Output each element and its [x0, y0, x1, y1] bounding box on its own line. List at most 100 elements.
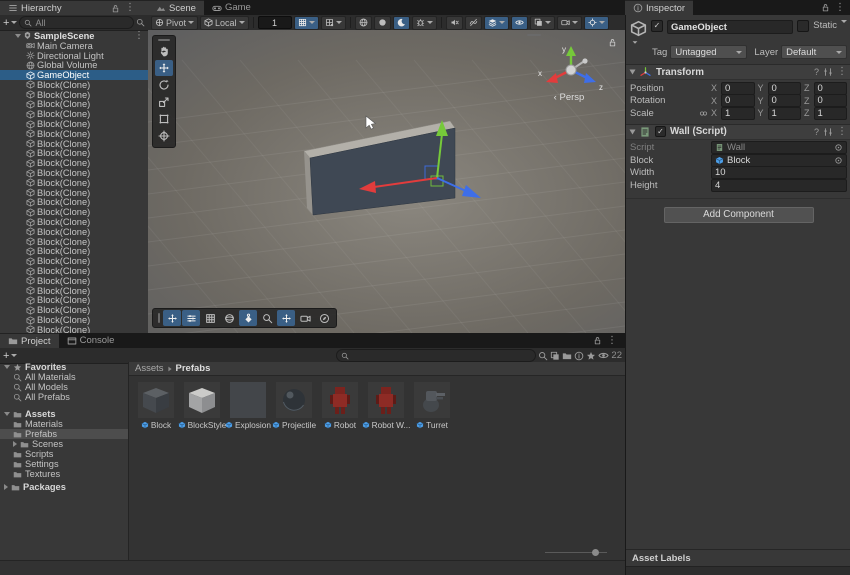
asset-item-explosion[interactable]: Explosion: [227, 382, 269, 430]
hierarchy-row-block-clone[interactable]: Block(Clone): [0, 168, 148, 178]
position-y-field[interactable]: 0: [768, 82, 801, 95]
hierarchy-row-block-clone[interactable]: Block(Clone): [0, 266, 148, 276]
transform-header[interactable]: Transform ? ⋮: [626, 64, 850, 80]
hierarchy-row-block-clone[interactable]: Block(Clone): [0, 149, 148, 159]
rotation-x-field[interactable]: 0: [721, 94, 754, 107]
persp-label[interactable]: ‹ Persp: [525, 92, 613, 103]
hierarchy-row-block-clone[interactable]: Block(Clone): [0, 315, 148, 325]
compass-button[interactable]: [315, 310, 333, 326]
transform-tool[interactable]: [155, 128, 173, 144]
create-button[interactable]: +: [3, 18, 9, 28]
width-field[interactable]: 10: [711, 166, 847, 179]
tree-all-prefabs[interactable]: All Prefabs: [0, 392, 128, 402]
hierarchy-row-block-clone[interactable]: Block(Clone): [0, 247, 148, 257]
effects-toggle[interactable]: [465, 16, 482, 30]
layer-dropdown[interactable]: Default: [781, 45, 847, 59]
asset-item-blockstyle[interactable]: BlockStyle: [181, 382, 223, 430]
hierarchy-row-block-clone[interactable]: Block(Clone): [0, 276, 148, 286]
layers-visibility-dropdown[interactable]: [484, 16, 509, 30]
favorites-star-icon[interactable]: [586, 351, 596, 361]
lock-icon[interactable]: [821, 3, 830, 12]
move-tool[interactable]: [155, 60, 173, 76]
kebab-menu-icon[interactable]: ⋮: [134, 31, 148, 41]
hierarchy-row-block-clone[interactable]: Block(Clone): [0, 90, 148, 100]
tree-materials[interactable]: Materials: [0, 419, 128, 429]
overlay-drag-handle[interactable]: [158, 313, 160, 323]
hierarchy-row-main-camera[interactable]: Main Camera: [0, 41, 148, 51]
scene-viewport[interactable]: yxz ‹ Persp: [148, 30, 625, 333]
create-dropdown-caret[interactable]: [11, 21, 17, 24]
view-hand-tool[interactable]: [155, 43, 173, 59]
asset-item-robot[interactable]: Robot: [319, 382, 361, 430]
gameobject-name-field[interactable]: GameObject: [667, 20, 793, 34]
slider-thumb[interactable]: [592, 549, 599, 556]
tree-assets[interactable]: Assets: [0, 409, 128, 419]
hierarchy-row-block-clone[interactable]: Block(Clone): [0, 129, 148, 139]
breadcrumb-assets[interactable]: Assets: [135, 363, 164, 374]
position-x-field[interactable]: 0: [721, 82, 754, 95]
gizmo-drag-handle[interactable]: [527, 34, 541, 36]
hierarchy-row-block-clone[interactable]: Block(Clone): [0, 188, 148, 198]
tree-scripts[interactable]: Scripts: [0, 449, 128, 459]
tab-hierarchy[interactable]: Hierarchy ⋮: [0, 0, 148, 15]
object-picker-icon[interactable]: [834, 156, 843, 165]
hierarchy-row-block-clone[interactable]: Block(Clone): [0, 198, 148, 208]
height-field[interactable]: 4: [711, 179, 847, 192]
block-field[interactable]: Block: [711, 154, 847, 167]
scene-debug-dropdown[interactable]: [412, 16, 437, 30]
static-checkbox[interactable]: [797, 20, 809, 32]
presets-icon[interactable]: [823, 67, 833, 77]
handle-orientation-dropdown[interactable]: Local: [200, 16, 249, 30]
hierarchy-row-directional-light[interactable]: Directional Light: [0, 51, 148, 61]
scene-lighting-toggle[interactable]: [393, 16, 410, 30]
asset-item-turret[interactable]: Turret: [411, 382, 453, 430]
tab-scene[interactable]: Scene: [148, 0, 204, 15]
link-scale-icon[interactable]: [699, 109, 708, 118]
tab-project[interactable]: Project: [0, 333, 59, 348]
search-by-type-icon[interactable]: [538, 351, 548, 361]
asset-item-projectile[interactable]: Projectile: [273, 382, 315, 430]
view-options-button[interactable]: [239, 310, 257, 326]
gameobject-icon-caret[interactable]: [633, 41, 638, 43]
rotation-z-field[interactable]: 0: [814, 94, 847, 107]
rotation-y-field[interactable]: 0: [768, 94, 801, 107]
grid-visual-toggle[interactable]: [201, 310, 219, 326]
lock-icon[interactable]: [111, 4, 120, 13]
hierarchy-row-block-clone[interactable]: Block(Clone): [0, 139, 148, 149]
hierarchy-row-block-clone[interactable]: Block(Clone): [0, 256, 148, 266]
foldout-caret[interactable]: [15, 34, 21, 38]
shaded-sphere-button[interactable]: [220, 310, 238, 326]
foldout-caret[interactable]: [4, 484, 8, 490]
foldout-caret[interactable]: [630, 129, 636, 134]
pan-tool[interactable]: [277, 310, 295, 326]
tree-packages[interactable]: Packages: [0, 482, 128, 492]
help-icon[interactable]: ?: [814, 67, 819, 77]
presets-icon[interactable]: [823, 127, 833, 137]
position-z-field[interactable]: 0: [814, 82, 847, 95]
thumbnail-size-slider[interactable]: [545, 552, 607, 553]
shaded-mode-button[interactable]: [374, 16, 391, 30]
object-picker-icon[interactable]: [834, 143, 843, 152]
hierarchy-row-block-clone[interactable]: Block(Clone): [0, 100, 148, 110]
tree-all-materials[interactable]: All Materials: [0, 372, 128, 382]
kebab-menu-icon[interactable]: ⋮: [835, 3, 845, 13]
create-dropdown-caret[interactable]: [11, 354, 17, 357]
project-search-input[interactable]: [336, 349, 536, 362]
hierarchy-search-input[interactable]: All: [19, 16, 134, 29]
tree-favorites[interactable]: Favorites: [0, 362, 128, 372]
search-by-label-icon[interactable]: [562, 351, 572, 361]
tab-game[interactable]: Game: [204, 0, 259, 15]
search-importlog-icon[interactable]: [574, 351, 584, 361]
audio-mute-toggle[interactable]: [446, 16, 463, 30]
asset-labels-header[interactable]: Asset Labels: [626, 550, 850, 567]
asset-item-block[interactable]: Block: [135, 382, 177, 430]
capture-button[interactable]: [296, 310, 314, 326]
zoom-tool[interactable]: [258, 310, 276, 326]
snap-settings-dropdown[interactable]: [321, 16, 346, 30]
script-field[interactable]: Wall: [711, 141, 847, 154]
tree-all-models[interactable]: All Models: [0, 382, 128, 392]
camera-settings-dropdown[interactable]: [557, 16, 582, 30]
wall-script-header[interactable]: ✓ Wall (Script) ? ⋮: [626, 124, 850, 140]
hierarchy-row-block-clone[interactable]: Block(Clone): [0, 109, 148, 119]
kebab-menu-icon[interactable]: ⋮: [607, 336, 617, 346]
